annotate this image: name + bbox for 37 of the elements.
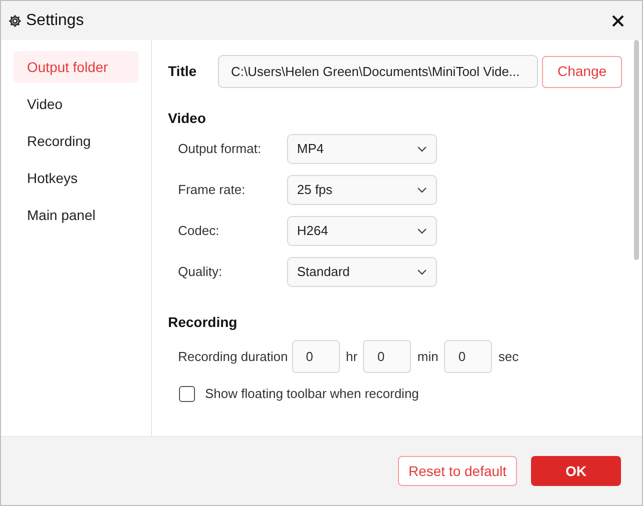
chevron-down-icon [417, 269, 427, 275]
chevron-down-icon [417, 228, 427, 234]
field-label: Title [168, 62, 198, 81]
field-label: Recording duration [178, 348, 288, 366]
sidebar-item[interactable]: Output folder [13, 51, 139, 83]
scrollbar[interactable] [634, 40, 639, 260]
field-label: Frame rate: [178, 181, 246, 200]
chevron-down-icon [417, 187, 427, 193]
dropdown[interactable]: MP4 [287, 134, 437, 164]
reset-button[interactable]: Reset to default [398, 456, 517, 486]
unit-label: min [417, 348, 438, 366]
checkbox[interactable] [179, 386, 195, 402]
sidebar-item[interactable]: Video [13, 88, 139, 120]
section-heading: Recording [168, 313, 238, 332]
field-label: Output format: [178, 140, 262, 158]
settings-icon [8, 14, 22, 28]
field-label: Codec: [178, 222, 220, 240]
dropdown[interactable]: H264 [287, 216, 437, 246]
section-heading: Video [168, 109, 207, 128]
number-field[interactable]: 0 [444, 340, 492, 373]
sidebar-item[interactable]: Hotkeys [13, 162, 139, 194]
dropdown[interactable]: 25 fps [287, 175, 437, 205]
ok-button[interactable]: OK [531, 456, 621, 486]
unit-label: hr [346, 348, 358, 366]
sidebar-item[interactable]: Main panel [13, 199, 139, 231]
sidebar-item[interactable]: Recording [13, 125, 139, 157]
close-button[interactable] [610, 12, 626, 28]
unit-label: sec [498, 348, 519, 366]
dropdown[interactable]: Standard [287, 257, 437, 287]
window-title: Settings [26, 10, 84, 30]
path-field[interactable]: C:\Users\Helen Green\Documents\MiniTool Vide... [218, 55, 538, 88]
checkbox-label: Show floating toolbar when recording [205, 385, 419, 403]
number-field[interactable]: 0 [292, 340, 340, 373]
chevron-down-icon [417, 146, 427, 152]
field-label: Quality: [178, 263, 224, 282]
number-field[interactable]: 0 [363, 340, 412, 373]
change-button[interactable]: Change [542, 56, 622, 88]
